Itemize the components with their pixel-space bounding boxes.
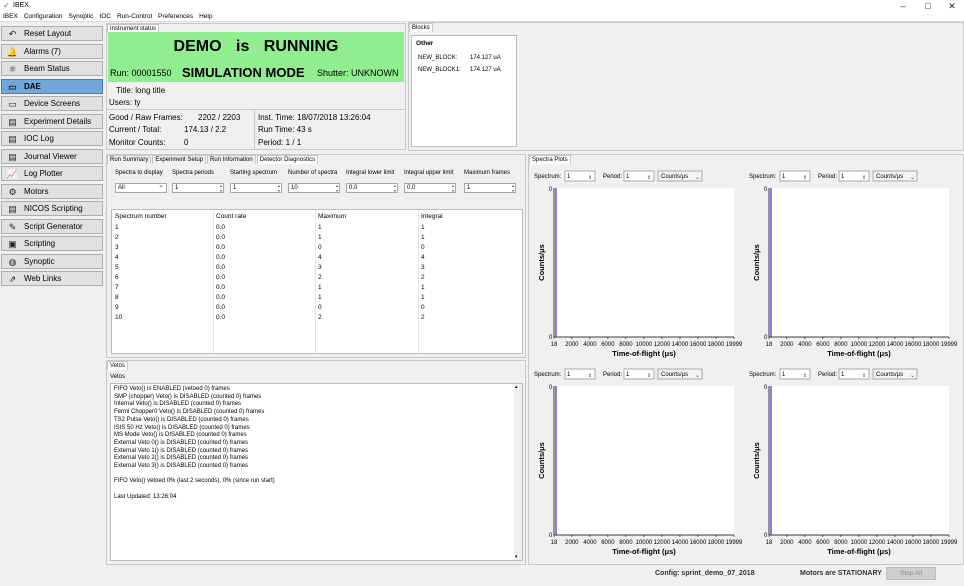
period-label: Period:	[818, 174, 837, 180]
x-tick-label: 12000	[654, 540, 671, 546]
x-tick-label: 12000	[654, 342, 671, 348]
spectrum-plot: Spectrum: Period:1 ⇕ 1 ⇕ Counts/μs ⌄0018 2000 40…	[534, 368, 743, 556]
x-tick-label: 2000	[565, 540, 579, 546]
config-name: Config: sprint_demo_07_2018	[655, 570, 755, 577]
plot-area	[769, 386, 949, 535]
spin-arrows-icon[interactable]: ⇕	[862, 373, 866, 379]
x-tick-label: 18	[766, 342, 773, 348]
x-tick-label: 19999	[941, 540, 958, 546]
x-tick-label: 16000	[690, 540, 707, 546]
x-tick-label: 19999	[726, 540, 743, 546]
stop-all-button[interactable]: Stop All	[886, 567, 936, 580]
spectra-plots: Spectrum: Period:1 ⇕ 1 ⇕ Counts/μs ⌄0018 2000 40…	[534, 170, 958, 556]
plot-area	[554, 386, 734, 535]
x-tick-label: 2000	[565, 342, 579, 348]
x-tick-label: 8000	[834, 540, 848, 546]
units-select[interactable]: Counts/μs	[661, 174, 688, 180]
y-tick-label: 0	[764, 533, 768, 539]
x-tick-label: 4000	[583, 540, 597, 546]
chevron-down-icon[interactable]: ⌄	[695, 175, 700, 181]
status-bar: Config: sprint_demo_07_2018 Motors are S…	[0, 566, 964, 586]
x-tick-label: 18000	[923, 342, 940, 348]
x-tick-label: 10000	[851, 342, 868, 348]
x-tick-label: 18000	[708, 342, 725, 348]
y-tick-label: 0	[549, 385, 553, 391]
x-tick-label: 14000	[887, 342, 904, 348]
spectrum-plot: Spectrum: Period:1 ⇕ 1 ⇕ Counts/μs ⌄0018 2000 40…	[749, 170, 958, 358]
x-axis-label: Time-of-flight (μs)	[612, 547, 676, 556]
units-select[interactable]: Counts/μs	[876, 372, 903, 378]
y-tick-label: 0	[549, 335, 553, 341]
x-tick-label: 18	[766, 540, 773, 546]
x-tick-label: 6000	[601, 540, 615, 546]
x-tick-label: 8000	[834, 342, 848, 348]
spectrum-label: Spectrum:	[749, 372, 777, 378]
spectrum-label: Spectrum:	[534, 174, 562, 180]
plot-area	[769, 188, 949, 337]
x-tick-label: 10000	[636, 342, 653, 348]
x-tick-label: 6000	[601, 342, 615, 348]
spin-arrows-icon[interactable]: ⇕	[647, 175, 651, 181]
spin-arrows-icon[interactable]: ⇕	[803, 175, 807, 181]
chevron-down-icon[interactable]: ⌄	[910, 175, 915, 181]
y-axis-label: Counts/μs	[752, 244, 761, 281]
y-axis-label: Counts/μs	[752, 442, 761, 479]
x-tick-label: 4000	[798, 540, 812, 546]
x-tick-label: 19999	[941, 342, 958, 348]
y-tick-label: 0	[549, 533, 553, 539]
x-tick-label: 6000	[816, 342, 830, 348]
x-tick-label: 12000	[869, 342, 886, 348]
units-select[interactable]: Counts/μs	[876, 174, 903, 180]
spectrum-label: Spectrum:	[534, 372, 562, 378]
y-tick-label: 0	[764, 335, 768, 341]
x-tick-label: 16000	[905, 540, 922, 546]
chevron-down-icon[interactable]: ⌄	[910, 373, 915, 379]
y-axis-label: Counts/μs	[537, 244, 546, 281]
chevron-down-icon[interactable]: ⌄	[695, 373, 700, 379]
x-axis-label: Time-of-flight (μs)	[612, 349, 676, 358]
spin-arrows-icon[interactable]: ⇕	[862, 175, 866, 181]
spectrum-plot: Spectrum: Period:1 ⇕ 1 ⇕ Counts/μs ⌄0018 2000 40…	[749, 368, 958, 556]
x-tick-label: 18000	[923, 540, 940, 546]
spin-arrows-icon[interactable]: ⇕	[803, 373, 807, 379]
x-tick-label: 18	[551, 342, 558, 348]
x-tick-label: 19999	[726, 342, 743, 348]
x-axis-label: Time-of-flight (μs)	[827, 349, 891, 358]
x-tick-label: 12000	[869, 540, 886, 546]
spectrum-label: Spectrum:	[749, 174, 777, 180]
x-tick-label: 2000	[780, 540, 794, 546]
y-tick-label: 0	[549, 187, 553, 193]
period-label: Period:	[818, 372, 837, 378]
x-tick-label: 2000	[780, 342, 794, 348]
plot-area	[554, 188, 734, 337]
spin-arrows-icon[interactable]: ⇕	[588, 373, 592, 379]
x-tick-label: 18000	[708, 540, 725, 546]
x-tick-label: 18	[551, 540, 558, 546]
x-tick-label: 16000	[690, 342, 707, 348]
y-tick-label: 0	[764, 385, 768, 391]
x-tick-label: 4000	[798, 342, 812, 348]
spectrum-plot: Spectrum: Period:1 ⇕ 1 ⇕ Counts/μs ⌄0018 2000 40…	[534, 170, 743, 358]
x-tick-label: 8000	[619, 540, 633, 546]
x-tick-label: 14000	[887, 540, 904, 546]
x-tick-label: 10000	[851, 540, 868, 546]
spin-arrows-icon[interactable]: ⇕	[588, 175, 592, 181]
x-tick-label: 14000	[672, 342, 689, 348]
spin-arrows-icon[interactable]: ⇕	[647, 373, 651, 379]
period-label: Period:	[603, 372, 622, 378]
x-tick-label: 10000	[636, 540, 653, 546]
period-label: Period:	[603, 174, 622, 180]
motors-status: Motors are STATIONARY	[800, 570, 882, 577]
x-tick-label: 16000	[905, 342, 922, 348]
x-tick-label: 6000	[816, 540, 830, 546]
x-tick-label: 8000	[619, 342, 633, 348]
y-axis-label: Counts/μs	[537, 442, 546, 479]
x-tick-label: 14000	[672, 540, 689, 546]
y-tick-label: 0	[764, 187, 768, 193]
x-axis-label: Time-of-flight (μs)	[827, 547, 891, 556]
x-tick-label: 4000	[583, 342, 597, 348]
units-select[interactable]: Counts/μs	[661, 372, 688, 378]
